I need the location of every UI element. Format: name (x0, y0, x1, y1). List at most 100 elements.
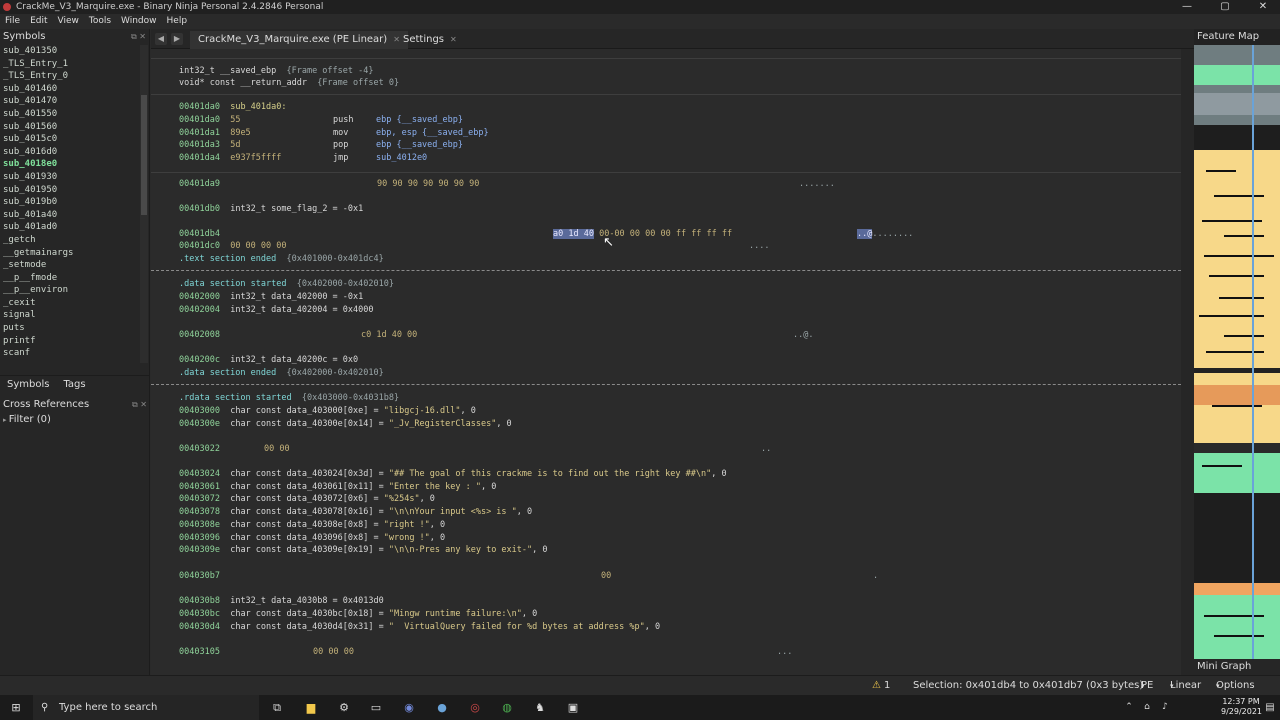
discord-icon[interactable]: ◉ (402, 701, 416, 714)
maximize-icon[interactable]: ▢ (1212, 0, 1238, 14)
string-data-row[interactable]: 0040308e char const data_40308e[0x8] = "… (179, 520, 445, 530)
notifications-icon[interactable]: ▤ (1263, 701, 1277, 714)
menu-window[interactable]: Window (116, 14, 162, 29)
scrollbar-thumb[interactable] (141, 95, 147, 215)
data-line[interactable]: 00401da9 (179, 179, 220, 189)
symbol-item[interactable]: sub_4018e0 (0, 158, 140, 171)
data-line[interactable]: 00402000 int32_t data_402000 = -0x1 (179, 292, 363, 302)
symbol-item[interactable]: sub_401560 (0, 121, 140, 134)
string-data-row[interactable]: 0040300e char const data_40300e[0x14] = … (179, 419, 512, 429)
symbol-item[interactable]: sub_401350 (0, 45, 140, 58)
symbol-item[interactable]: sub_4015c0 (0, 133, 140, 146)
network-icon[interactable]: ⌂ (1140, 701, 1154, 714)
menu-help[interactable]: Help (162, 14, 193, 29)
symbol-item[interactable]: sub_401a40 (0, 209, 140, 222)
symbol-item[interactable]: puts (0, 322, 140, 335)
taskbar-clock[interactable]: 12:37 PM 9/29/2021 (1221, 697, 1262, 717)
menu-file[interactable]: File (0, 14, 25, 29)
symbol-item[interactable]: __p__fmode (0, 272, 140, 285)
browser-icon[interactable]: ● (435, 701, 449, 714)
symbol-item[interactable]: _cexit (0, 297, 140, 310)
chrome-icon[interactable]: ◍ (500, 701, 514, 714)
mnemonic[interactable]: mov (333, 128, 348, 138)
task-view-icon[interactable]: ⧉ (270, 701, 284, 714)
string-data-row[interactable]: 004030bc char const data_4030bc[0x18] = … (179, 609, 537, 619)
string-data-row[interactable]: 00403000 char const data_403000[0xe] = "… (179, 406, 476, 416)
function-label[interactable]: 00401da0 sub_401da0: (179, 102, 287, 112)
linear-view[interactable]: int32_t __saved_ebp {Frame offset -4} vo… (151, 49, 1181, 675)
symbol-item[interactable]: _getch (0, 234, 140, 247)
symbol-item[interactable]: sub_401950 (0, 184, 140, 197)
close-tab-icon[interactable]: ✕ (450, 35, 457, 44)
operands[interactable]: ebp, esp {__saved_ebp} (376, 128, 489, 138)
operands[interactable]: sub_4012e0 (376, 153, 427, 163)
back-arrow-icon[interactable]: ◀ (155, 33, 167, 45)
terminal-icon[interactable]: ▭ (369, 701, 383, 714)
operands[interactable]: ebp {__saved_ebp} (376, 140, 463, 150)
taskbar-search[interactable]: ⚲ Type here to search (33, 695, 259, 720)
string-data-row[interactable]: 004030d4 char const data_4030d4[0x31] = … (179, 622, 660, 632)
window-app-icon[interactable]: ▣ (566, 701, 580, 714)
menu-tools[interactable]: Tools (84, 14, 116, 29)
binary-ninja-icon[interactable]: ◎ (468, 701, 482, 714)
mnemonic[interactable]: pop (333, 140, 348, 150)
tab-tags[interactable]: Tags (56, 376, 92, 394)
selected-hex-bytes[interactable]: a0 1d 40 00-00 00 00 00 ff ff ff ff (553, 229, 732, 239)
data-line[interactable]: 00402008 (179, 330, 220, 340)
volume-icon[interactable]: ♪ (1158, 701, 1172, 714)
symbol-item[interactable]: __getmainargs (0, 247, 140, 260)
data-line[interactable]: 00403105 (179, 647, 220, 657)
string-data-row[interactable]: 0040309e char const data_40309e[0x19] = … (179, 545, 548, 555)
minimize-icon[interactable]: — (1174, 0, 1200, 14)
string-data-row[interactable]: 00403061 char const data_403061[0x11] = … (179, 482, 496, 492)
settings-gear-icon[interactable]: ⚙ (337, 701, 351, 714)
data-line[interactable]: 004030b7 (179, 571, 220, 581)
app-icon-wolf[interactable]: ♞ (533, 701, 547, 714)
listing-scrollbar[interactable] (1181, 49, 1194, 675)
symbol-item[interactable]: sub_401550 (0, 108, 140, 121)
file-explorer-icon[interactable]: ▆ (304, 701, 318, 714)
menu-edit[interactable]: Edit (25, 14, 52, 29)
operands[interactable]: ebp {__saved_ebp} (376, 115, 463, 125)
data-line[interactable]: 00401db0 int32_t some_flag_2 = -0x1 (179, 204, 363, 214)
data-line[interactable]: 004030b8 int32_t data_4030b8 = 0x4013d0 (179, 596, 384, 606)
symbol-item[interactable]: signal (0, 309, 140, 322)
panel-float-close-icon[interactable]: ⧉ ✕ (131, 29, 146, 44)
symbol-list-scrollbar[interactable] (140, 45, 148, 363)
warning-icon[interactable]: ⚠ (872, 676, 881, 696)
symbol-item[interactable]: sub_401470 (0, 95, 140, 108)
xref-filter[interactable]: ▸ Filter (0) (3, 414, 51, 425)
symbol-item[interactable]: sub_401ad0 (0, 221, 140, 234)
data-line[interactable]: 00401dc0 00 00 00 00 (179, 241, 287, 251)
mnemonic[interactable]: push (333, 115, 353, 125)
symbol-item[interactable]: _setmode (0, 259, 140, 272)
xref-float-close-icon[interactable]: ⧉ ✕ (132, 397, 147, 412)
symbol-item[interactable]: sub_401460 (0, 83, 140, 96)
string-data-row[interactable]: 00403024 char const data_403024[0x3d] = … (179, 469, 727, 479)
tab-settings[interactable]: Settings ✕ (395, 31, 465, 49)
instruction-row[interactable]: 00401da1 89e5 (179, 128, 251, 138)
tab-linear-view[interactable]: CrackMe_V3_Marquire.exe (PE Linear) ✕ (190, 31, 408, 49)
symbol-item[interactable]: sub_4016d0 (0, 146, 140, 159)
symbol-item[interactable]: printf (0, 335, 140, 348)
close-icon[interactable]: ✕ (1250, 0, 1276, 14)
instruction-row[interactable]: 00401da0 55 (179, 115, 240, 125)
symbol-item[interactable]: _TLS_Entry_1 (0, 58, 140, 71)
string-data-row[interactable]: 00403078 char const data_403078[0x16] = … (179, 507, 532, 517)
tab-symbols[interactable]: Symbols (0, 376, 56, 394)
instruction-row[interactable]: 00401da3 5d (179, 140, 240, 150)
instruction-row[interactable]: 00401da4 e937f5ffff (179, 153, 281, 163)
data-line[interactable]: 00402004 int32_t data_402004 = 0x4000 (179, 305, 374, 315)
forward-arrow-icon[interactable]: ▶ (171, 33, 183, 45)
data-line[interactable]: 00403022 (179, 444, 220, 454)
data-line[interactable]: 0040200c int32_t data_40200c = 0x0 (179, 355, 358, 365)
symbol-item[interactable]: scanf (0, 347, 140, 360)
windows-start-icon[interactable]: ⊞ (9, 701, 23, 714)
feature-map-panel[interactable]: Feature Map Mini Graph (1194, 29, 1280, 675)
string-data-row[interactable]: 00403072 char const data_403072[0x6] = "… (179, 494, 435, 504)
symbol-item[interactable]: sub_4019b0 (0, 196, 140, 209)
symbol-item[interactable]: sub_401930 (0, 171, 140, 184)
string-data-row[interactable]: 00403096 char const data_403096[0x8] = "… (179, 533, 445, 543)
mnemonic[interactable]: jmp (333, 153, 348, 163)
data-line[interactable]: 00401db4 (179, 229, 220, 239)
